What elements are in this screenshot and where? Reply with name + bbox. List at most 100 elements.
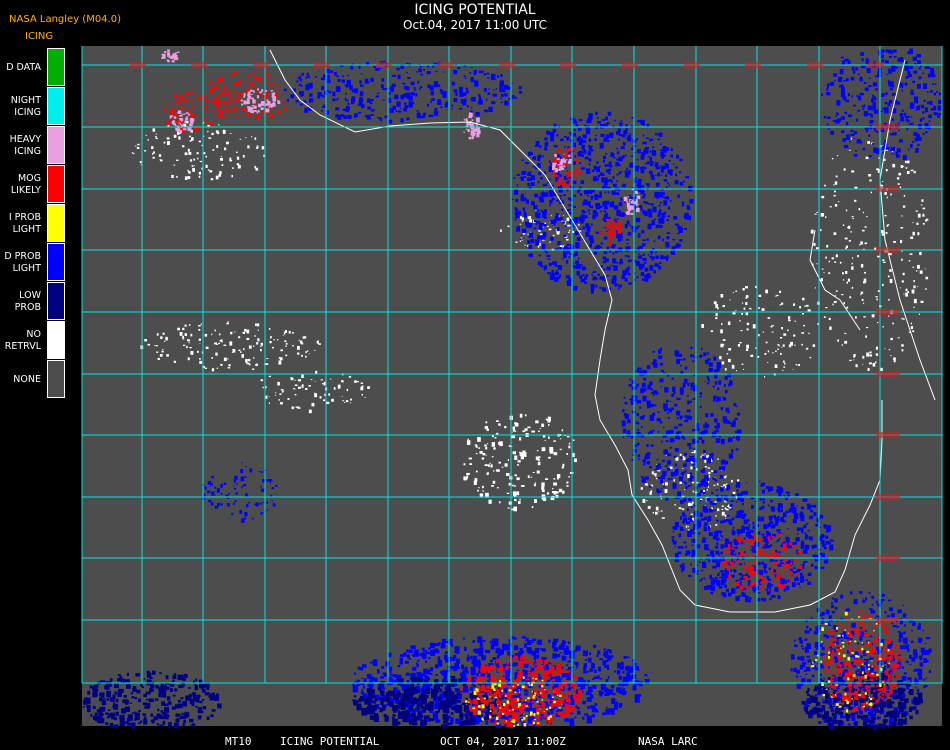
icing-pixel (444, 91, 447, 95)
icing-pixel (454, 646, 460, 654)
icing-pixel (842, 272, 844, 275)
icing-pixel (752, 521, 755, 525)
icing-pixel (582, 139, 587, 144)
icing-pixel (659, 132, 663, 137)
icing-pixel (738, 552, 740, 555)
icing-pixel (541, 447, 546, 452)
icing-pixel (876, 298, 878, 301)
icing-pixel (541, 243, 546, 250)
icing-pixel (924, 642, 927, 644)
icing-pixel (810, 229, 814, 234)
icing-pixel (161, 350, 164, 353)
icing-pixel (884, 348, 886, 350)
icing-pixel (270, 338, 272, 339)
icing-pixel (872, 105, 876, 108)
icing-pixel (416, 652, 418, 655)
icing-pixel (573, 194, 576, 197)
icing-pixel (455, 718, 460, 724)
icing-pixel (585, 128, 591, 135)
icing-pixel (210, 170, 212, 173)
icing-pixel (792, 507, 797, 514)
icing-pixel (872, 142, 874, 145)
icing-pixel (599, 658, 603, 661)
icing-pixel (625, 128, 629, 131)
icing-pixel (560, 217, 563, 221)
icing-pixel (801, 332, 805, 334)
icing-pixel (904, 82, 908, 86)
icing-pixel (238, 349, 241, 352)
icing-pixel (353, 672, 357, 675)
icing-pixel (134, 145, 137, 147)
icing-pixel (622, 428, 627, 434)
icing-pixel (669, 400, 672, 402)
icing-pixel (885, 101, 888, 105)
icing-pixel (498, 501, 501, 504)
icing-pixel (393, 106, 396, 109)
icing-pixel (404, 85, 408, 90)
icing-pixel (654, 263, 659, 267)
icing-pixel (667, 467, 671, 471)
icing-pixel (762, 501, 765, 504)
icing-pixel (179, 332, 183, 336)
icing-pixel (741, 363, 744, 365)
icing-pixel (719, 356, 722, 360)
icing-pixel (786, 528, 789, 530)
icing-pixel (703, 352, 707, 356)
icing-pixel (576, 706, 580, 710)
icing-pixel (880, 49, 885, 53)
icing-pixel (639, 121, 642, 123)
icing-pixel (801, 546, 804, 548)
icing-pixel (182, 335, 184, 338)
icing-pixel (562, 640, 565, 644)
icing-pixel (583, 666, 587, 671)
icing-pixel (205, 155, 207, 158)
icing-pixel (837, 339, 839, 342)
icing-pixel (527, 216, 531, 219)
icing-pixel (834, 79, 836, 82)
icing-pixel (806, 503, 811, 507)
icing-pixel (742, 288, 745, 291)
icing-pixel (655, 467, 660, 471)
icing-pixel (240, 476, 245, 482)
icing-pixel (616, 173, 620, 176)
icing-pixel (396, 67, 400, 71)
icing-pixel (716, 519, 719, 522)
icing-pixel (297, 346, 300, 350)
icing-pixel (542, 183, 548, 187)
icing-pixel (828, 666, 830, 669)
icing-pixel (190, 351, 194, 355)
icing-pixel (759, 507, 762, 510)
icing-pixel (642, 395, 647, 402)
icing-pixel (785, 491, 790, 494)
icing-pixel (893, 132, 897, 136)
icing-pixel (514, 422, 518, 425)
icing-pixel (913, 70, 918, 74)
icing-pixel (842, 60, 846, 65)
icing-pixel (922, 214, 925, 217)
icing-pixel (718, 585, 723, 589)
icing-pixel (826, 635, 830, 639)
icing-pixel (810, 509, 814, 513)
icing-pixel (729, 504, 733, 507)
icing-pixel (478, 99, 483, 105)
icing-pixel (248, 363, 251, 366)
icing-pixel (268, 479, 273, 482)
icing-pixel (783, 360, 785, 363)
icing-pixel (328, 91, 332, 94)
icing-pixel (902, 272, 905, 276)
icing-pixel (621, 275, 626, 280)
icing-pixel (683, 481, 686, 483)
icing-pixel (910, 326, 914, 330)
icing-pixel (674, 403, 678, 407)
icing-pixel (696, 482, 699, 484)
icing-pixel (891, 613, 895, 618)
icing-pixel (774, 574, 777, 576)
icing-pixel (692, 360, 695, 362)
icing-pixel (690, 466, 693, 470)
icing-pixel (925, 677, 927, 680)
icing-pixel (484, 464, 488, 466)
icing-pixel (294, 379, 296, 381)
icing-pixel (782, 512, 787, 518)
icing-pixel (622, 409, 625, 413)
icing-pixel (762, 546, 766, 549)
